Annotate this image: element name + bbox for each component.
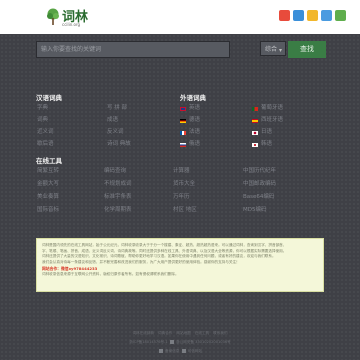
tool-link[interactable]: 货币大全 xyxy=(173,181,195,188)
site-logo[interactable]: 词林 ccilin.org xyxy=(46,7,88,29)
top-bar: 词林 ccilin.org xyxy=(0,0,360,34)
lang-link-korean[interactable]: 韩语 xyxy=(252,141,272,148)
footer-links: 词林在线辞典 词典合作 网站地图 在线工具 联系我们 xyxy=(0,331,360,336)
lang-label: 德语 xyxy=(189,117,201,123)
search-type-select[interactable]: 综合 ▾ xyxy=(260,41,286,56)
lang-link-japanese[interactable]: 日语 xyxy=(252,129,272,136)
hanyu-link[interactable]: 成语 xyxy=(107,117,118,124)
france-flag-icon xyxy=(180,130,186,135)
lang-link-spanish[interactable]: 西班牙语 xyxy=(252,117,283,124)
notice-line: 我们会认真对待每一条建议和反馈，并不断完善和改进我们的服务，为广大用户提供更好的… xyxy=(42,259,240,264)
search-input[interactable]: 输入你要查找的关键词 xyxy=(36,41,230,58)
tool-link[interactable]: 化学周期表 xyxy=(104,207,132,214)
police-badge-icon xyxy=(169,340,174,344)
korea-flag-icon xyxy=(252,142,258,147)
footer-icp: 浙ICP备18014576号-1 浙公网安备 33010202001036号 xyxy=(0,340,360,345)
lang-label: 葡萄牙语 xyxy=(261,105,284,111)
tool-link[interactable]: 不规划成词 xyxy=(104,181,132,188)
germany-flag-icon xyxy=(180,118,186,123)
hanyu-link[interactable]: 歇后语 xyxy=(37,141,54,148)
kaixin-icon[interactable] xyxy=(321,10,332,21)
icp-number[interactable]: 浙ICP备18014576号-1 xyxy=(129,340,167,344)
tool-link[interactable]: 中国历代纪年 xyxy=(243,168,276,175)
uk-flag-icon xyxy=(180,106,186,111)
tool-link[interactable]: 国际音标 xyxy=(37,207,59,214)
chevron-down-icon: ▾ xyxy=(278,47,282,54)
notice-line: 词林是国内领先的在线工具网站，始于公元纪元，词林收录收录大于于分一个楼建、象征、… xyxy=(42,243,287,247)
japan-flag-icon xyxy=(252,130,258,135)
tool-link[interactable]: MD5编码 xyxy=(243,207,266,214)
hanyu-link[interactable]: 诗词 典故 xyxy=(107,141,131,148)
lang-label: 日语 xyxy=(261,129,273,135)
tool-link[interactable]: 计算器 xyxy=(173,168,190,175)
hanyu-link[interactable]: 字典 xyxy=(37,105,48,112)
footer-link[interactable]: 网站地图 xyxy=(176,331,190,336)
tools-title: 在线工具 xyxy=(36,157,62,165)
lang-link-portuguese[interactable]: 葡萄牙语 xyxy=(252,105,283,112)
weibo-icon[interactable] xyxy=(279,10,290,21)
footer-badge[interactable]: 备案信息 xyxy=(165,349,179,353)
tree-logo-icon xyxy=(47,8,59,25)
share-icons xyxy=(279,10,346,22)
search-button[interactable]: 查找 xyxy=(288,41,326,58)
add-share-icon[interactable] xyxy=(335,10,346,21)
footer-badge[interactable]: 可信网站 xyxy=(188,349,202,353)
search-type-value: 综合 xyxy=(265,46,278,53)
tool-link[interactable]: 村区 地区 xyxy=(173,207,197,214)
tool-link[interactable]: 简繁互转 xyxy=(37,168,59,175)
footer-link[interactable]: 联系我们 xyxy=(213,331,227,336)
hanyu-link[interactable]: 反义词 xyxy=(107,129,124,136)
footer-link[interactable]: 在线工具 xyxy=(195,331,209,336)
spain-flag-icon xyxy=(252,118,258,123)
tool-link[interactable]: 金额大写 xyxy=(37,181,59,188)
site-notice: 词林是国内领先的在线工具网站，始于公元纪元，词林收录收录大于于分一个楼建、象征、… xyxy=(36,238,324,292)
record-badge-icon xyxy=(158,349,163,353)
footer-link[interactable]: 词典合作 xyxy=(158,331,172,336)
portugal-flag-icon xyxy=(252,106,258,111)
lang-link-english[interactable]: 英语 xyxy=(180,105,200,112)
lang-label: 英语 xyxy=(189,105,201,111)
police-record[interactable]: 浙公网安备 33010202001036号 xyxy=(176,340,231,344)
lang-label: 西班牙语 xyxy=(261,117,284,123)
lang-label: 俄语 xyxy=(189,141,201,147)
waiyu-title: 外语词典 xyxy=(180,94,206,102)
tool-link[interactable]: Base64编码 xyxy=(243,194,274,201)
footer-link[interactable]: 词林在线辞典 xyxy=(132,331,154,336)
hanyu-link[interactable]: 近义词 xyxy=(37,129,54,136)
logo-subtitle: ccilin.org xyxy=(62,22,81,27)
lang-link-russian[interactable]: 俄语 xyxy=(180,141,200,148)
tool-link[interactable]: 万年历 xyxy=(173,194,190,201)
hanyu-link[interactable]: 写 拼 部 xyxy=(107,105,127,112)
tool-link[interactable]: 中国邮政编码 xyxy=(243,181,276,188)
tool-link[interactable]: 美业奏算 xyxy=(37,194,59,201)
hanyu-link[interactable]: 词典 xyxy=(37,117,48,124)
lang-link-french[interactable]: 法语 xyxy=(180,129,200,136)
lang-label: 韩语 xyxy=(261,141,273,147)
qzone-icon[interactable] xyxy=(307,10,318,21)
hanyu-title: 汉语词典 xyxy=(36,94,62,102)
lang-link-german[interactable]: 德语 xyxy=(180,117,200,124)
trusted-site-icon xyxy=(181,349,186,353)
search-bar: 输入你要查找的关键词 综合 ▾ 查找 xyxy=(36,41,326,58)
tool-link[interactable]: 标准宇条表 xyxy=(104,194,132,201)
footer-badges: 备案信息 可信网站 xyxy=(0,349,360,354)
notice-line: 词林收录信息来源于互联网公开资料，版权归原作者所有。如有侵权请联系我们删除。 xyxy=(42,271,179,276)
lang-label: 法语 xyxy=(189,129,201,135)
tencent-weibo-icon[interactable] xyxy=(293,10,304,21)
russia-flag-icon xyxy=(180,142,186,147)
tool-link[interactable]: 编码查询 xyxy=(104,168,126,175)
